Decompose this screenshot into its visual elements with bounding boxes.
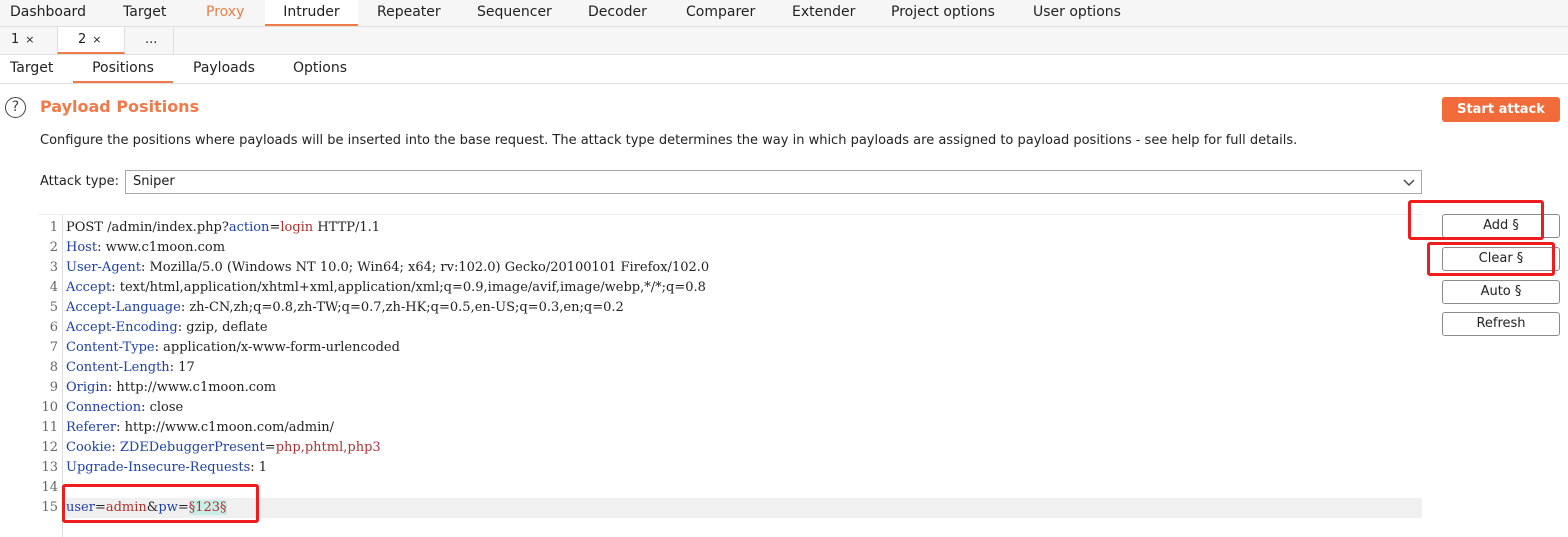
cookie-line: Cookie: ZDEDebuggerPresent=php,phtml,php… — [66, 440, 381, 455]
request-body-line: user=admin&pw=§123§ — [66, 498, 1422, 518]
line-number: 7 — [49, 340, 58, 355]
line-number: 8 — [49, 360, 58, 375]
line-number: 11 — [41, 420, 58, 435]
annotation-box — [1427, 242, 1555, 276]
line-number: 9 — [49, 380, 58, 395]
line-number: 6 — [49, 320, 58, 335]
line-number: 3 — [49, 260, 58, 275]
attack-tab-2[interactable]: 2 × — [57, 27, 125, 54]
intruder-inner-tabs: Target Positions Payloads Options — [0, 55, 1568, 84]
tab-target-config[interactable]: Target — [10, 55, 53, 83]
header-line: Accept: text/html,application/xhtml+xml,… — [66, 280, 706, 295]
tab-project-options[interactable]: Project options — [891, 0, 995, 26]
refresh-button[interactable]: Refresh — [1442, 312, 1560, 336]
line-number-gutter: 1 2 3 4 5 6 7 8 9 10 11 12 13 14 15 — [38, 215, 63, 537]
tab-sequencer[interactable]: Sequencer — [477, 0, 552, 26]
header-line: Origin: http://www.c1moon.com — [66, 380, 277, 395]
header-line: Host: www.c1moon.com — [66, 240, 226, 255]
line-number: 2 — [49, 240, 58, 255]
line-number: 15 — [41, 500, 58, 515]
help-icon[interactable]: ? — [5, 97, 26, 118]
line-number: 5 — [49, 300, 58, 315]
header-line: Connection: close — [66, 400, 184, 415]
header-line: Accept-Encoding: gzip, deflate — [66, 320, 268, 335]
annotation-box — [62, 484, 259, 523]
line-number: 12 — [41, 440, 58, 455]
tab-user-options[interactable]: User options — [1033, 0, 1121, 26]
header-line: Content-Type: application/x-www-form-url… — [66, 340, 400, 355]
attack-type-select[interactable]: Sniper — [125, 170, 1422, 194]
tab-positions[interactable]: Positions — [73, 55, 173, 83]
chevron-down-icon — [1403, 179, 1415, 186]
line-number: 14 — [41, 480, 58, 495]
tab-extender[interactable]: Extender — [792, 0, 855, 26]
panel-description: Configure the positions where payloads w… — [40, 133, 1298, 148]
tab-dashboard[interactable]: Dashboard — [10, 0, 86, 26]
header-line: Upgrade-Insecure-Requests: 1 — [66, 460, 268, 475]
line-number: 13 — [41, 460, 58, 475]
close-icon[interactable]: × — [25, 33, 34, 46]
attack-tab-label: 2 — [78, 32, 87, 47]
annotation-box — [1408, 200, 1544, 240]
start-attack-button[interactable]: Start attack — [1442, 97, 1560, 122]
close-icon[interactable]: × — [92, 33, 101, 46]
main-tab-bar: Dashboard Target Proxy Intruder Repeater… — [0, 0, 1568, 27]
attack-tab-bar: 1 × 2 × ... — [0, 27, 1568, 55]
tab-options[interactable]: Options — [293, 55, 347, 83]
page-title: Payload Positions — [40, 97, 200, 116]
attack-type-value: Sniper — [133, 174, 175, 189]
tab-repeater[interactable]: Repeater — [377, 0, 441, 26]
auto-marker-button[interactable]: Auto § — [1442, 280, 1560, 304]
attack-tab-label: 1 — [11, 32, 20, 47]
new-tab-button[interactable]: ... — [126, 27, 174, 54]
header-line: Content-Length: 17 — [66, 360, 195, 375]
tab-comparer[interactable]: Comparer — [686, 0, 755, 26]
tab-target[interactable]: Target — [123, 0, 166, 26]
line-number: 10 — [41, 400, 58, 415]
request-line: POST /admin/index.php?action=login HTTP/… — [66, 220, 381, 235]
attack-type-label: Attack type: — [40, 174, 120, 189]
header-line: User-Agent: Mozilla/5.0 (Windows NT 10.0… — [66, 260, 710, 275]
line-number: 1 — [49, 220, 58, 235]
line-number: 4 — [49, 280, 58, 295]
header-line: Accept-Language: zh-CN,zh;q=0.8,zh-TW;q=… — [66, 300, 624, 315]
tab-payloads[interactable]: Payloads — [193, 55, 255, 83]
tab-decoder[interactable]: Decoder — [588, 0, 647, 26]
header-line: Referer: http://www.c1moon.com/admin/ — [66, 420, 335, 435]
tab-proxy[interactable]: Proxy — [206, 0, 244, 26]
attack-tab-1[interactable]: 1 × — [0, 27, 56, 54]
tab-intruder[interactable]: Intruder — [265, 0, 358, 26]
